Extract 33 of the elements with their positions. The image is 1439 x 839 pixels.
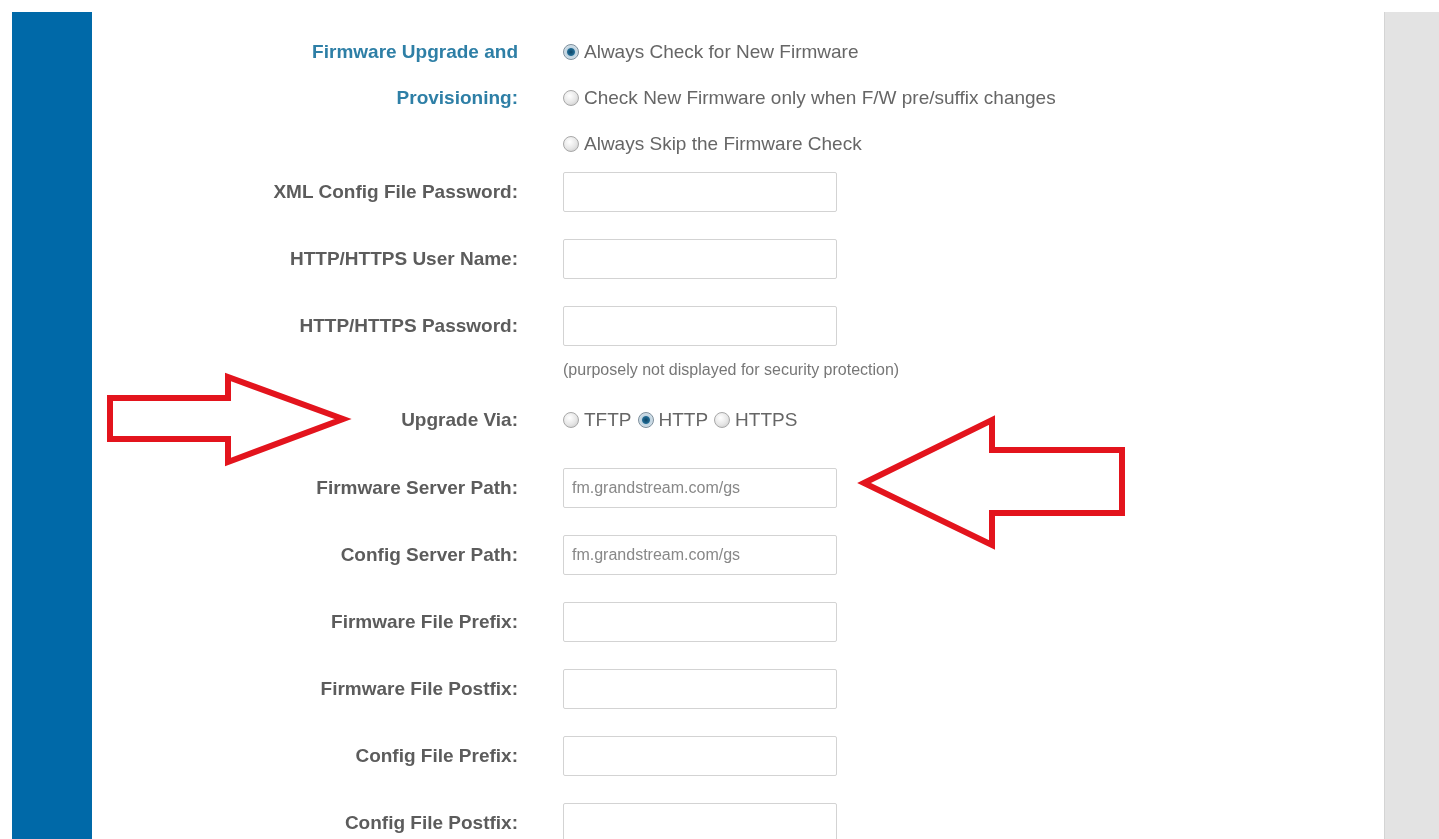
- option-label[interactable]: HTTPS: [735, 408, 798, 432]
- input-field[interactable]: fm.grandstream.com/gs: [563, 468, 837, 508]
- radio-button[interactable]: [637, 412, 654, 428]
- option-label[interactable]: Always Skip the Firmware Check: [584, 132, 862, 156]
- section-label: Firmware Upgrade and Provisioning:: [311, 40, 518, 110]
- field-label: Firmware File Postfix:: [320, 677, 518, 701]
- radio-button[interactable]: [714, 412, 731, 428]
- radio-button[interactable]: [563, 44, 579, 60]
- field-label: HTTP/HTTPS User Name:: [289, 247, 518, 271]
- field-label: Config File Postfix:: [344, 811, 518, 835]
- field-label: XML Config File Password:: [273, 180, 518, 204]
- input-field[interactable]: fm.grandstream.com/gs: [563, 535, 837, 575]
- field-label: Firmware File Prefix:: [331, 610, 518, 634]
- field-label: Config Server Path:: [340, 543, 518, 567]
- radio-button[interactable]: [563, 412, 579, 428]
- option-label[interactable]: TFTP: [584, 408, 632, 432]
- input-field[interactable]: [563, 803, 837, 839]
- input-field[interactable]: [563, 306, 837, 346]
- option-label[interactable]: Check New Firmware only when F/W pre/suffix changes: [584, 86, 1056, 110]
- radio-button[interactable]: [563, 90, 579, 106]
- field-label: Firmware Server Path:: [316, 476, 518, 500]
- field-label: HTTP/HTTPS Password:: [299, 314, 518, 338]
- input-field[interactable]: [563, 669, 837, 709]
- input-field[interactable]: [563, 172, 837, 212]
- hint-text: (purposely not displayed for security protection): [563, 360, 901, 380]
- field-label: Upgrade Via:: [401, 408, 518, 432]
- input-field[interactable]: [563, 239, 837, 279]
- option-label[interactable]: HTTP: [658, 408, 709, 432]
- input-field[interactable]: [563, 736, 837, 776]
- field-label: Config File Prefix:: [355, 744, 518, 768]
- input-field[interactable]: [563, 602, 837, 642]
- radio-button[interactable]: [563, 136, 579, 152]
- option-label[interactable]: Always Check for New Firmware: [584, 40, 859, 64]
